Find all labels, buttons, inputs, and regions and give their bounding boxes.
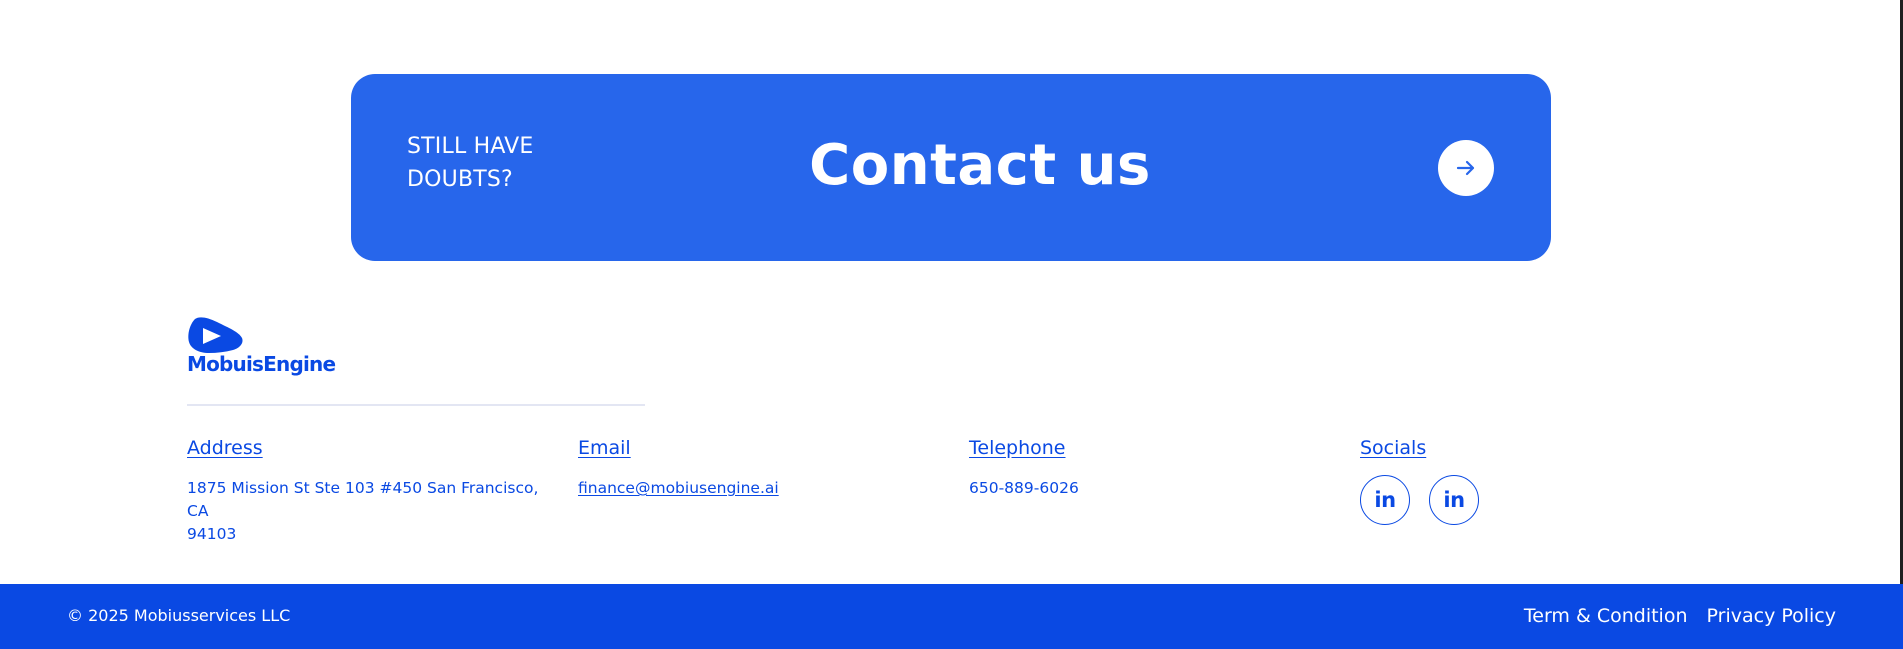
linkedin-button-1[interactable]: in	[1360, 475, 1410, 525]
legal-links: Term & Condition Privacy Policy	[1524, 603, 1836, 629]
brand-logo[interactable]: MobuisEngine	[187, 316, 336, 378]
footer-divider	[187, 404, 645, 406]
terms-link[interactable]: Term & Condition	[1524, 603, 1688, 629]
linkedin-icon: in	[1374, 487, 1396, 512]
email-heading: Email	[578, 437, 631, 459]
logo-wordmark: MobuisEngine	[187, 352, 336, 376]
page: STILL HAVE DOUBTS? Contact us MobuisEngi…	[0, 0, 1903, 649]
contact-cta-banner[interactable]: STILL HAVE DOUBTS? Contact us	[351, 74, 1551, 261]
social-links: in in	[1360, 475, 1660, 525]
telephone-column: Telephone 650-889-6026	[969, 436, 1309, 500]
linkedin-button-2[interactable]: in	[1429, 475, 1479, 525]
telephone-value[interactable]: 650-889-6026	[969, 477, 1309, 500]
address-column: Address 1875 Mission St Ste 103 #450 San…	[187, 436, 547, 546]
footer-bottom-bar: © 2025 Mobiusservices LLC Term & Conditi…	[0, 584, 1903, 649]
cta-arrow-button[interactable]	[1438, 140, 1494, 196]
telephone-heading: Telephone	[969, 437, 1066, 459]
logo-mark-icon	[188, 317, 243, 353]
privacy-policy-link[interactable]: Privacy Policy	[1707, 603, 1836, 629]
address-line1: 1875 Mission St Ste 103 #450 San Francis…	[187, 479, 539, 520]
address-heading: Address	[187, 437, 263, 459]
address-text: 1875 Mission St Ste 103 #450 San Francis…	[187, 477, 547, 546]
linkedin-icon: in	[1443, 487, 1465, 512]
copyright-text: © 2025 Mobiusservices LLC	[67, 606, 291, 625]
email-column: Email finance@mobiusengine.ai	[578, 436, 918, 500]
cta-title[interactable]: Contact us	[351, 128, 1609, 204]
socials-column: Socials in in	[1360, 436, 1660, 525]
socials-heading: Socials	[1360, 437, 1427, 459]
address-line2: 94103	[187, 525, 237, 543]
email-link[interactable]: finance@mobiusengine.ai	[578, 479, 779, 497]
arrow-right-icon	[1456, 160, 1475, 176]
